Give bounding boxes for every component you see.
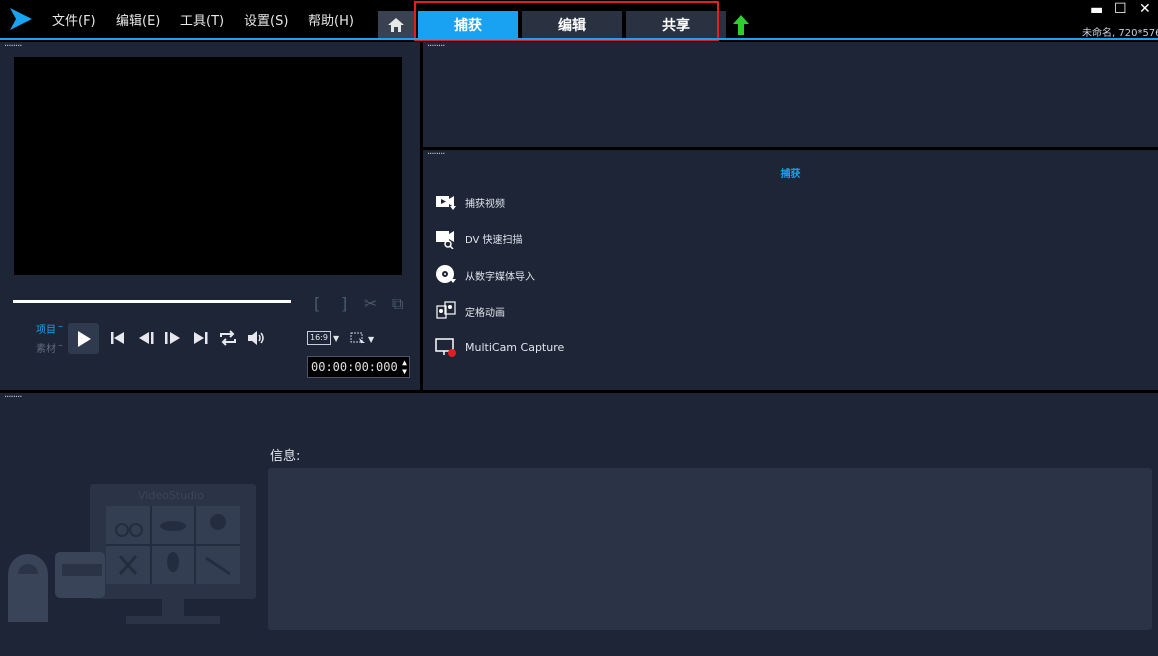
menu-divider [0, 38, 1158, 40]
resize-icon [350, 332, 365, 346]
volume-icon[interactable] [246, 328, 266, 348]
mode-project[interactable]: 项目 [36, 321, 56, 336]
upload-icon[interactable] [733, 15, 749, 35]
previous-frame-icon[interactable] [137, 328, 157, 348]
aspect-ratio-button[interactable]: 16:9 ▼ [307, 331, 339, 345]
go-to-start-icon[interactable] [108, 328, 128, 348]
mode-project-dash: – [58, 321, 63, 332]
project-info: 未命名, 720*576 [1082, 28, 1158, 39]
dv-quick-scan-option[interactable]: DV 快速扫描 [435, 227, 523, 249]
mark-out-icon[interactable]: ] [341, 294, 347, 313]
mode-clip[interactable]: 素材 [36, 340, 56, 355]
info-label: 信息: [270, 449, 301, 464]
repeat-icon[interactable] [218, 328, 238, 348]
resize-options-button[interactable]: ▼ [350, 332, 374, 346]
menu-help[interactable]: 帮助(H) [308, 10, 354, 29]
scissors-icon[interactable]: ✂ [364, 294, 377, 313]
home-button[interactable] [378, 11, 414, 39]
close-icon[interactable]: ✕ [1139, 1, 1151, 17]
import-digital-media-label: 从数字媒体导入 [465, 271, 535, 283]
menu-edit[interactable]: 编辑(E) [116, 10, 160, 29]
multicam-capture-option[interactable]: MultiCam Capture [435, 336, 564, 358]
home-icon [388, 18, 404, 32]
disc-import-icon [436, 265, 456, 283]
scrubber-bar[interactable] [13, 300, 291, 303]
stop-motion-option[interactable]: 定格动画 [435, 300, 505, 322]
info-text-area [268, 468, 1152, 630]
aspect-ratio-label: 16:9 [307, 331, 331, 345]
app-logo-icon [10, 8, 32, 30]
capture-options-panel: ········ 捕获 捕获视频 DV 快速扫描 从数字媒体导入 定格动画 Mu… [423, 150, 1158, 390]
play-button[interactable] [68, 323, 99, 354]
dv-scan-icon [436, 231, 454, 249]
videostudio-illustration [8, 484, 256, 624]
panel-grip-icon[interactable]: ········ [427, 150, 445, 160]
import-digital-media-option[interactable]: 从数字媒体导入 [435, 264, 535, 286]
timecode-field[interactable]: 00:00:00:000 ▲ ▼ [307, 356, 410, 378]
chevron-down-icon: ▼ [368, 334, 375, 344]
library-panel: ········ [423, 42, 1158, 147]
stop-motion-label: 定格动画 [465, 307, 505, 319]
next-frame-icon[interactable] [162, 328, 182, 348]
panel-grip-icon[interactable]: ········ [427, 42, 445, 52]
preview-screen [14, 57, 402, 275]
menu-settings[interactable]: 设置(S) [244, 10, 288, 29]
chevron-down-icon: ▼ [332, 333, 340, 343]
capture-panel-title: 捕获 [780, 169, 801, 180]
timecode-value: 00:00:00:000 [311, 360, 398, 374]
screen-record-icon [435, 338, 456, 357]
maximize-icon[interactable]: ☐ [1114, 1, 1127, 17]
tabs-highlight-box [414, 1, 719, 41]
snapshot-icon[interactable]: ⧉ [392, 294, 403, 314]
capture-video-option[interactable]: 捕获视频 [435, 191, 505, 213]
capture-video-icon [436, 196, 456, 210]
menu-tools[interactable]: 工具(T) [180, 10, 224, 29]
timecode-stepper-icon[interactable]: ▲ ▼ [402, 358, 407, 376]
multicam-capture-label: MultiCam Capture [465, 340, 565, 354]
go-to-end-icon[interactable] [191, 328, 211, 348]
panel-grip-icon[interactable]: ········ [4, 42, 22, 52]
mode-clip-dash: – [58, 340, 63, 351]
minimize-icon[interactable]: ▬ [1090, 2, 1103, 18]
stop-motion-icon [436, 301, 456, 319]
videostudio-brand-text: VideoStudio [138, 489, 204, 502]
dv-quick-scan-label: DV 快速扫描 [465, 234, 523, 246]
mark-in-icon[interactable]: [ [314, 294, 320, 313]
menu-file[interactable]: 文件(F) [52, 10, 96, 29]
panel-grip-icon[interactable]: ········ [4, 393, 22, 403]
play-icon [77, 330, 91, 347]
capture-video-label: 捕获视频 [465, 198, 505, 210]
